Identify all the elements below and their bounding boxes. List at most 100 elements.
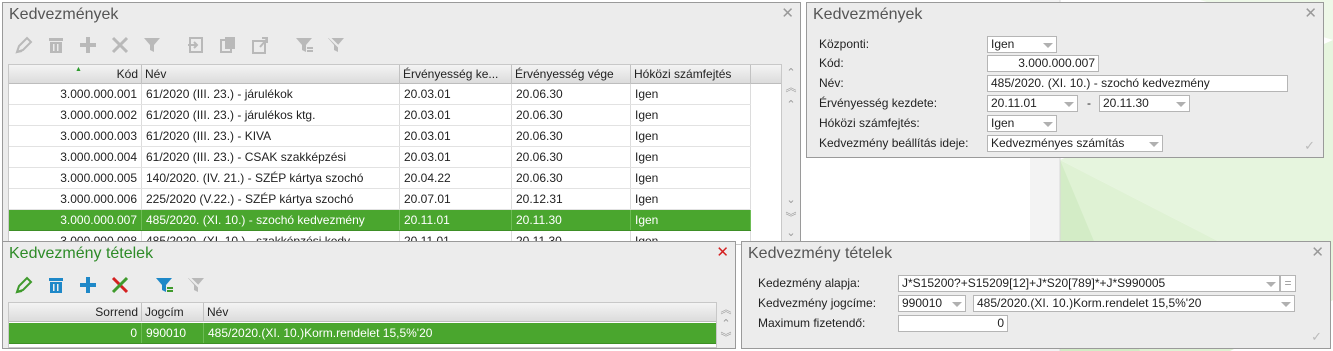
alapja-field[interactable]: J*S15200?+S15209[12]+J*S20[789]*+J*S9900… xyxy=(898,275,1280,292)
clear-filter-icon[interactable] xyxy=(323,33,349,57)
cell-vege: 20.06.30 xyxy=(512,105,631,125)
edit-icon[interactable] xyxy=(11,273,37,297)
table-row[interactable]: 3.000.000.004 61/2020 (III. 23.) - CSAK … xyxy=(9,147,751,168)
ervenyesseg-from-value: 20.11.01 xyxy=(991,96,1037,110)
scroll-up-icon[interactable]: ⌃ xyxy=(719,318,733,330)
confirm-icon[interactable]: ✓ xyxy=(1311,329,1322,345)
edit-icon[interactable] xyxy=(11,33,37,57)
delete-icon[interactable] xyxy=(43,33,69,57)
nev-field[interactable]: 485/2020. (XI. 10.) - szochó kedvezmény xyxy=(987,75,1288,92)
cell-nev: 485/2020.(XI. 10.)Korm.rendelet 15,5%'20 xyxy=(204,323,716,343)
column-header-jogcim[interactable]: Jogcím xyxy=(142,303,204,322)
column-header-sorrend[interactable]: Sorrend xyxy=(9,303,142,322)
cell-kezdete: 20.03.01 xyxy=(400,105,512,125)
hokozi-value: Igen xyxy=(991,116,1015,130)
cell-vege: 20.06.30 xyxy=(512,168,631,188)
kedvezmenyek-grid: ▲ Kód Név Érvényesség ke... Érvényesség v… xyxy=(8,64,782,245)
ervenyesseg-from-select[interactable]: 20.11.01 xyxy=(987,95,1078,112)
cell-hokozi: Igen xyxy=(631,168,751,188)
beallitas-select[interactable]: Kedvezményes számítás xyxy=(987,135,1163,152)
cell-nev: 140/2020. (IV. 21.) - SZÉP kártya szochó xyxy=(142,168,400,188)
kozponti-label: Központi: xyxy=(819,37,870,51)
vertical-scrollbar[interactable]: ⌃ ︽ ⌃ ⌄ ︾ ⌄ xyxy=(782,64,800,245)
delete-icon[interactable] xyxy=(43,273,69,297)
clear-filter-icon[interactable] xyxy=(183,273,209,297)
column-header-ervenyesseg-vege[interactable]: Érvényesség vége xyxy=(512,65,631,84)
add-icon[interactable] xyxy=(75,33,101,57)
hokozi-label: Hóközi számfejtés: xyxy=(819,116,920,130)
filter-icon[interactable] xyxy=(139,33,165,57)
vertical-scrollbar[interactable]: ︽ ⌃ ︾ xyxy=(717,302,735,348)
cell-hokozi: Igen xyxy=(631,147,751,167)
copy-icon[interactable] xyxy=(215,33,241,57)
cell-kezdete: 20.04.22 xyxy=(400,168,512,188)
scroll-bottom-icon[interactable]: ︾ xyxy=(719,332,733,344)
cell-kod: 3.000.000.003 xyxy=(9,126,142,146)
export-icon[interactable] xyxy=(247,33,273,57)
table-row[interactable]: 3.000.000.002 61/2020 (III. 23.) - járul… xyxy=(9,105,751,126)
close-icon[interactable]: ✕ xyxy=(1304,6,1317,22)
cell-nev: 61/2020 (III. 23.) - járulékos ktg. xyxy=(142,105,400,125)
column-header-hokozi-szamfejtes[interactable]: Hóközi számfejtés xyxy=(631,65,751,84)
cell-hokozi: Igen xyxy=(631,210,751,230)
cell-sorrend: 0 xyxy=(9,323,142,343)
column-header-kod[interactable]: ▲ Kód xyxy=(9,65,142,84)
kod-label: Kód: xyxy=(819,56,844,70)
column-header-ervenyesseg-kezdete[interactable]: Érvényesség ke... xyxy=(400,65,512,84)
panel-title: Kedvezmény tételek xyxy=(9,245,154,262)
scroll-bottom-icon[interactable]: ⌄ xyxy=(784,227,798,239)
tools-icon[interactable] xyxy=(107,273,133,297)
nev-label: Név: xyxy=(819,76,844,90)
panel-title: Kedvezmények xyxy=(813,6,923,23)
max-fizetendo-field[interactable]: 0 xyxy=(898,315,1008,332)
cell-nev: 61/2020 (III. 23.) - CSAK szakképzési xyxy=(142,147,400,167)
cell-kod: 3.000.000.004 xyxy=(9,147,142,167)
chevron-down-icon xyxy=(1281,302,1291,307)
table-row[interactable]: 3.000.000.005 140/2020. (IV. 21.) - SZÉP… xyxy=(9,168,751,189)
scroll-page-down-icon[interactable]: ︾ xyxy=(784,212,798,224)
kedvezmeny-tetel-detail-panel: Kedvezmény tételek ✕ Kedezmény alapja: J… xyxy=(741,241,1331,349)
chevron-down-icon xyxy=(1043,122,1053,127)
jogcime-name-select[interactable]: 485/2020.(XI. 10.)Korm.rendelet 15,5%'20 xyxy=(973,295,1295,312)
table-row-selected[interactable]: 3.000.000.007 485/2020. (XI. 10.) - szoc… xyxy=(9,210,751,231)
scroll-down-icon[interactable]: ⌄ xyxy=(784,194,798,206)
kozponti-value: Igen xyxy=(991,37,1015,51)
kod-field[interactable]: 3.000.000.007 xyxy=(987,55,1099,72)
close-icon[interactable]: ✕ xyxy=(1311,245,1324,261)
scroll-top-icon[interactable]: ︽ xyxy=(719,304,733,316)
close-icon[interactable]: ✕ xyxy=(716,245,729,261)
alapja-label: Kedezmény alapja: xyxy=(758,276,861,290)
close-icon[interactable]: ✕ xyxy=(781,6,794,22)
ervenyesseg-to-select[interactable]: 20.11.30 xyxy=(1099,95,1190,112)
table-row[interactable]: 3.000.000.003 61/2020 (III. 23.) - KIVA … xyxy=(9,126,751,147)
cell-nev: 225/2020 (V.22.) - SZÉP kártya szochó xyxy=(142,189,400,209)
table-row[interactable]: 3.000.000.001 61/2020 (III. 23.) - járul… xyxy=(9,84,751,105)
cell-vege: 20.06.30 xyxy=(512,84,631,104)
scroll-page-up-icon[interactable]: ︽ xyxy=(784,82,798,94)
hokozi-select[interactable]: Igen xyxy=(987,115,1057,132)
max-fizetendo-label: Maximum fizetendő: xyxy=(758,316,866,330)
cell-kezdete: 20.07.01 xyxy=(400,189,512,209)
scroll-top-icon[interactable]: ⌃ xyxy=(784,67,798,79)
cell-kod: 3.000.000.007 xyxy=(9,210,142,230)
confirm-icon[interactable]: ✓ xyxy=(1304,138,1315,154)
table-row-selected[interactable]: 0 990010 485/2020.(XI. 10.)Korm.rendelet… xyxy=(9,323,716,344)
formula-equals-button[interactable]: = xyxy=(1280,275,1296,292)
column-header-nev[interactable]: Név xyxy=(204,303,716,322)
cell-vege: 20.11.30 xyxy=(512,210,631,230)
scroll-up-icon[interactable]: ⌃ xyxy=(784,99,798,111)
import-icon[interactable] xyxy=(183,33,209,57)
chevron-down-icon xyxy=(1149,142,1159,147)
table-row[interactable]: 3.000.000.006 225/2020 (V.22.) - SZÉP ká… xyxy=(9,189,751,210)
kozponti-select[interactable]: Igen xyxy=(987,36,1057,53)
add-icon[interactable] xyxy=(75,273,101,297)
jogcime-code-select[interactable]: 990010 xyxy=(898,295,966,312)
cell-kod: 3.000.000.002 xyxy=(9,105,142,125)
tools-icon[interactable] xyxy=(107,33,133,57)
filter-list-icon[interactable] xyxy=(291,33,317,57)
filter-icon[interactable] xyxy=(151,273,177,297)
cell-vege: 20.06.30 xyxy=(512,147,631,167)
jogcime-label: Kedvezmény jogcíme: xyxy=(758,296,877,310)
chevron-down-icon xyxy=(1176,102,1186,107)
column-header-nev[interactable]: Név xyxy=(142,65,400,84)
